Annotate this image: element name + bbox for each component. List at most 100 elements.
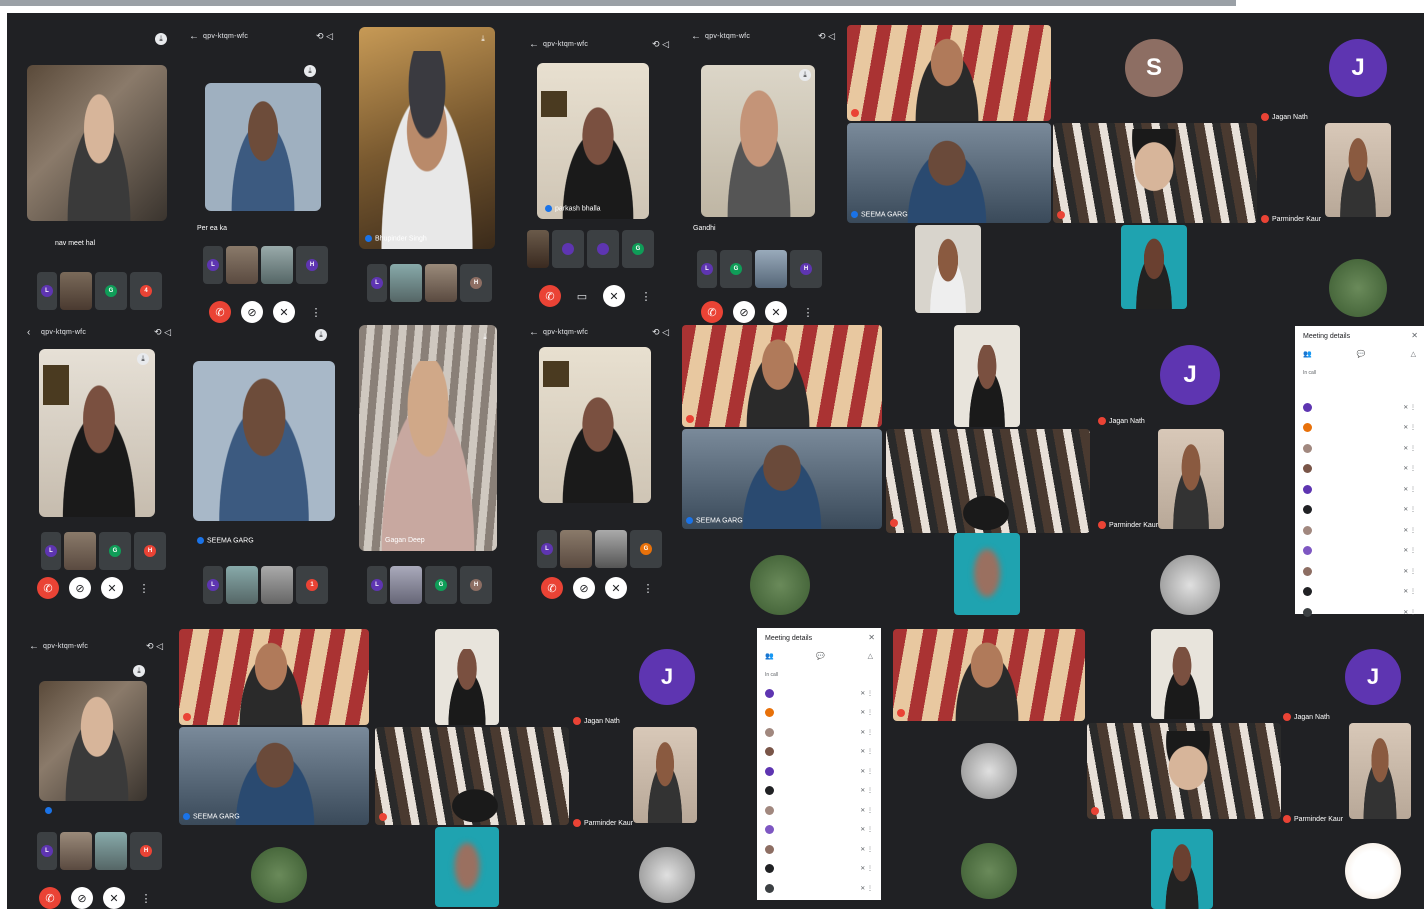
participant-row[interactable]: ✕ ⋮ — [765, 745, 873, 759]
mini-tile[interactable] — [527, 230, 549, 268]
participant-row[interactable]: ✕ ⋮ — [765, 706, 873, 720]
mic-off-button[interactable]: ✕ — [101, 577, 123, 599]
mini-tile[interactable] — [595, 530, 627, 568]
mic-off-icon[interactable]: ✕ ⋮ — [849, 709, 873, 716]
mic-off-button[interactable]: ✕ — [103, 887, 125, 909]
mic-off-icon[interactable]: ✕ ⋮ — [1392, 547, 1416, 554]
more-options-button[interactable]: ⋮ — [305, 301, 327, 323]
mini-tile[interactable] — [390, 566, 422, 604]
participant-row[interactable]: ✕ ⋮ — [1303, 400, 1416, 414]
pin-icon[interactable]: ⤓ — [799, 69, 811, 81]
mini-tile[interactable]: H — [460, 566, 492, 604]
mini-tile[interactable] — [261, 246, 293, 284]
participant-row[interactable]: ✕ ⋮ — [765, 725, 873, 739]
mini-tile[interactable] — [390, 264, 422, 302]
mic-off-icon[interactable]: ✕ ⋮ — [1392, 527, 1416, 534]
mini-tile[interactable]: L — [37, 272, 57, 310]
participant-row[interactable]: ✕ ⋮ — [765, 764, 873, 778]
mic-off-button[interactable]: ✕ — [273, 301, 295, 323]
mic-off-button[interactable]: ✕ — [765, 301, 787, 323]
back-icon[interactable]: ← — [529, 39, 539, 50]
back-icon[interactable]: ← — [529, 327, 539, 338]
mic-off-icon[interactable]: ✕ ⋮ — [849, 787, 873, 794]
mini-tile[interactable]: H — [134, 532, 166, 570]
mini-tile[interactable] — [64, 532, 96, 570]
mini-tile[interactable]: L — [41, 532, 61, 570]
video-off-button[interactable]: ⊘ — [241, 301, 263, 323]
camera-switch-icon[interactable]: ⟲ ◁ — [154, 327, 171, 338]
participant-row[interactable]: ✕ ⋮ — [1303, 564, 1416, 578]
participant-row[interactable]: ✕ ⋮ — [1303, 544, 1416, 558]
mic-off-icon[interactable]: ✕ ⋮ — [849, 807, 873, 814]
mini-tile[interactable]: G — [720, 250, 752, 288]
mic-off-icon[interactable]: ✕ ⋮ — [1392, 506, 1416, 513]
mic-off-icon[interactable]: ✕ ⋮ — [849, 729, 873, 736]
participant-row[interactable]: ✕ ⋮ — [1303, 482, 1416, 496]
pin-icon[interactable]: ⤓ — [304, 65, 316, 77]
mini-tile[interactable]: L — [367, 264, 387, 302]
mini-tile[interactable] — [60, 272, 92, 310]
end-call-button[interactable]: ✆ — [541, 577, 563, 599]
more-options-button[interactable]: ⋮ — [135, 887, 157, 909]
back-icon[interactable]: ← — [29, 641, 39, 652]
participant-row[interactable]: ✕ ⋮ — [1303, 421, 1416, 435]
mini-tile[interactable]: G — [99, 532, 131, 570]
pin-icon[interactable]: ⤓ — [155, 33, 167, 45]
people-tab-icon[interactable]: 👥 — [765, 652, 774, 660]
pin-icon[interactable]: ⤓ — [133, 665, 145, 677]
camera-switch-icon[interactable]: ⟲ ◁ — [146, 641, 163, 652]
mini-tile[interactable]: 1 — [296, 566, 328, 604]
activities-tab-icon[interactable]: △ — [868, 652, 873, 660]
participant-row[interactable]: ✕ ⋮ — [765, 686, 873, 700]
close-icon[interactable]: ✕ — [1411, 331, 1418, 340]
pin-icon[interactable]: ⤓ — [137, 353, 149, 365]
mic-off-button[interactable]: ✕ — [603, 285, 625, 307]
video-off-button[interactable]: ⊘ — [69, 577, 91, 599]
mini-tile[interactable]: H — [296, 246, 328, 284]
camera-switch-icon[interactable]: ⟲ ◁ — [316, 31, 333, 42]
participant-row[interactable]: ✕ ⋮ — [765, 842, 873, 856]
video-button[interactable]: ▭ — [571, 285, 593, 307]
mini-tile[interactable]: 4 — [130, 272, 162, 310]
mini-tile[interactable] — [95, 832, 127, 870]
mic-off-icon[interactable]: ✕ ⋮ — [1392, 424, 1416, 431]
mini-tile[interactable]: G — [425, 566, 457, 604]
end-call-button[interactable]: ✆ — [39, 887, 61, 909]
pin-icon[interactable]: ⤓ — [315, 329, 327, 341]
participant-row[interactable]: ✕ ⋮ — [765, 784, 873, 798]
participant-row[interactable]: ✕ ⋮ — [765, 803, 873, 817]
mic-off-icon[interactable]: ✕ ⋮ — [1392, 404, 1416, 411]
mic-off-icon[interactable]: ✕ ⋮ — [849, 846, 873, 853]
mini-tile[interactable] — [552, 230, 584, 268]
activities-tab-icon[interactable]: △ — [1411, 350, 1416, 358]
mini-tile[interactable]: G — [95, 272, 127, 310]
mic-off-icon[interactable]: ✕ ⋮ — [849, 826, 873, 833]
mic-off-button[interactable]: ✕ — [605, 577, 627, 599]
mini-tile[interactable]: L — [203, 566, 223, 604]
mini-tile[interactable]: G — [622, 230, 654, 268]
mic-off-icon[interactable]: ✕ ⋮ — [849, 885, 873, 892]
participant-row[interactable]: ✕ ⋮ — [1303, 523, 1416, 537]
mini-tile[interactable]: L — [367, 566, 387, 604]
mini-tile[interactable] — [425, 264, 457, 302]
pin-icon[interactable]: ⤓ — [479, 331, 491, 343]
mini-tile[interactable]: H — [130, 832, 162, 870]
mic-off-icon[interactable]: ✕ ⋮ — [849, 768, 873, 775]
participant-row[interactable]: ✕ ⋮ — [1303, 462, 1416, 476]
mini-tile[interactable] — [587, 230, 619, 268]
people-tab-icon[interactable]: 👥 — [1303, 350, 1312, 358]
more-options-button[interactable]: ⋮ — [797, 301, 819, 323]
mic-off-icon[interactable]: ✕ ⋮ — [849, 690, 873, 697]
back-icon[interactable]: ← — [691, 31, 701, 42]
mini-tile[interactable]: H — [460, 264, 492, 302]
mic-off-icon[interactable]: ✕ ⋮ — [1392, 568, 1416, 575]
mic-off-icon[interactable]: ✕ ⋮ — [1392, 445, 1416, 452]
mic-off-icon[interactable]: ✕ ⋮ — [1392, 465, 1416, 472]
mini-tile[interactable] — [560, 530, 592, 568]
mic-off-icon[interactable]: ✕ ⋮ — [849, 865, 873, 872]
video-off-button[interactable]: ⊘ — [573, 577, 595, 599]
camera-switch-icon[interactable]: ⟲ ◁ — [652, 327, 669, 338]
participant-row[interactable]: ✕ ⋮ — [765, 823, 873, 837]
participant-row[interactable]: ✕ ⋮ — [765, 862, 873, 876]
more-options-button[interactable]: ⋮ — [635, 285, 657, 307]
